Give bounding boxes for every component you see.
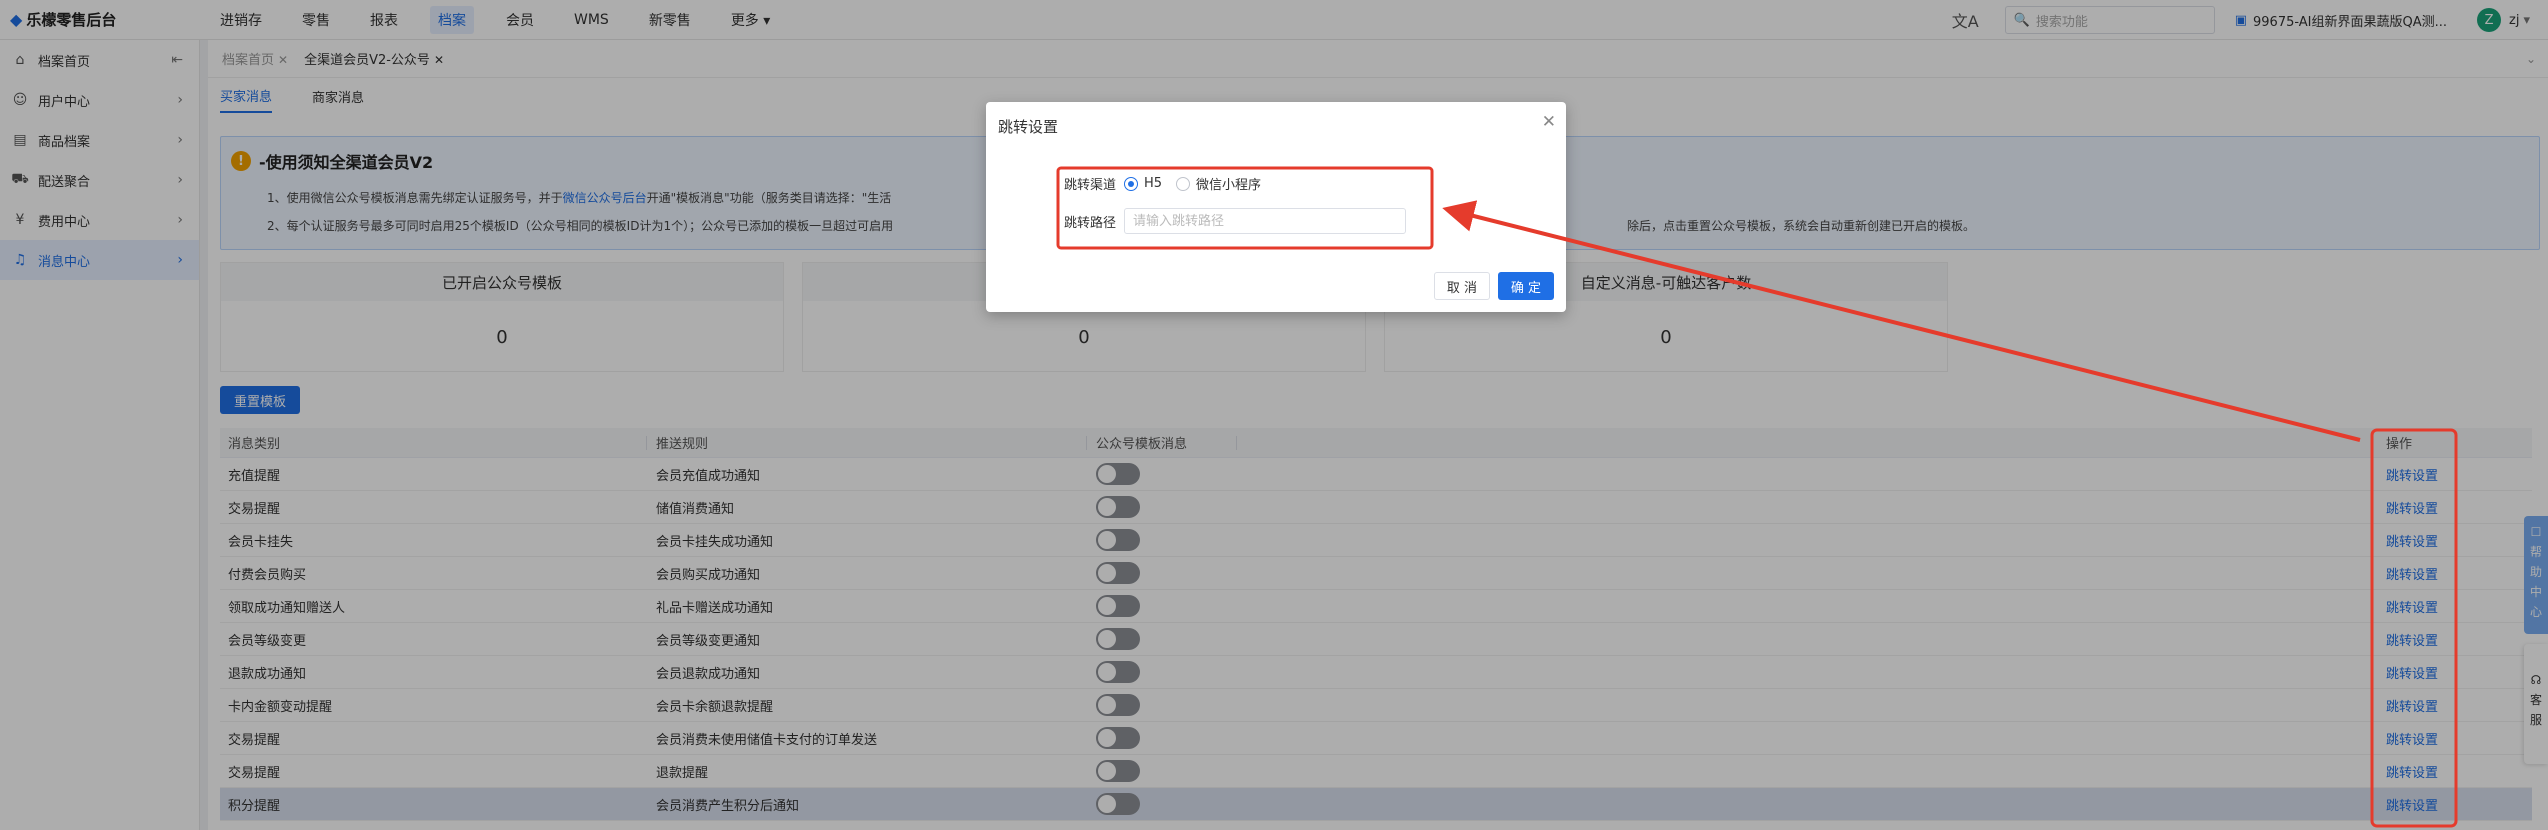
annotation-arrow <box>1442 200 2361 442</box>
annotation-layer <box>1056 166 2458 828</box>
annotation-dialog-box <box>1056 166 1434 250</box>
annotation-action-column-box <box>2370 428 2458 828</box>
